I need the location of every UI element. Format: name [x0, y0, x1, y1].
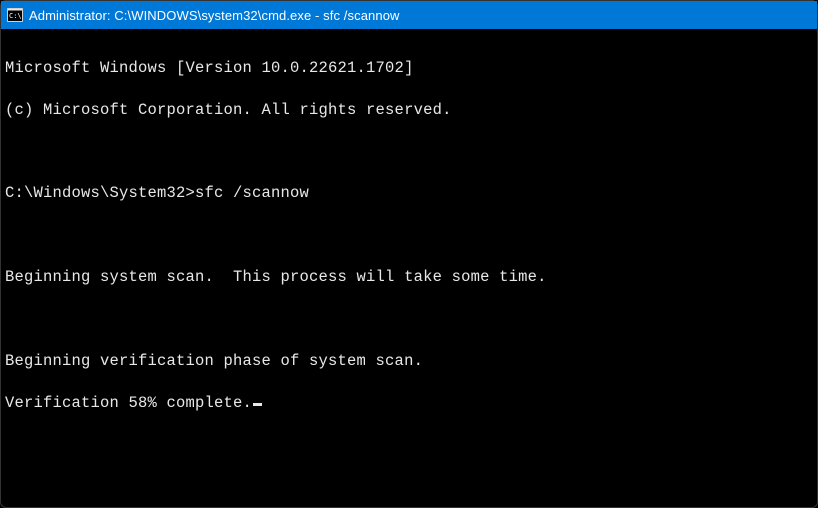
verify-progress-text: Verification 58% complete.	[5, 394, 252, 412]
copyright-line: (c) Microsoft Corporation. All rights re…	[5, 100, 813, 121]
version-line: Microsoft Windows [Version 10.0.22621.17…	[5, 58, 813, 79]
blank-line	[5, 309, 813, 330]
begin-verify-line: Beginning verification phase of system s…	[5, 351, 813, 372]
command-text: sfc /scannow	[195, 183, 309, 204]
blank-line	[5, 225, 813, 246]
blank-line	[5, 142, 813, 163]
prompt-line: C:\Windows\System32>sfc /scannow	[5, 183, 813, 204]
verify-progress-line: Verification 58% complete.	[5, 393, 813, 414]
window-title: Administrator: C:\WINDOWS\system32\cmd.e…	[29, 8, 400, 23]
prompt-text: C:\Windows\System32>	[5, 183, 195, 204]
cmd-icon: C:\	[7, 8, 23, 22]
cursor	[253, 403, 262, 406]
begin-scan-line: Beginning system scan. This process will…	[5, 267, 813, 288]
svg-text:C:\: C:\	[9, 12, 22, 20]
terminal-output[interactable]: Microsoft Windows [Version 10.0.22621.17…	[1, 29, 817, 439]
window-titlebar[interactable]: C:\ Administrator: C:\WINDOWS\system32\c…	[1, 1, 817, 29]
